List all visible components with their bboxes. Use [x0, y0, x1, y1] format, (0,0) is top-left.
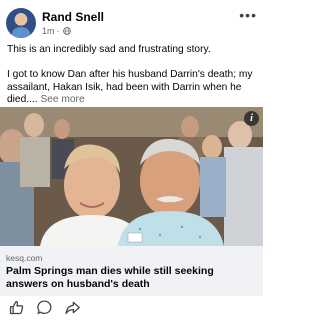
- comment-icon[interactable]: [36, 299, 53, 316]
- like-icon[interactable]: [8, 299, 25, 316]
- post-actions: [0, 298, 263, 318]
- author-name[interactable]: Rand Snell: [42, 10, 104, 24]
- post-header: Rand Snell 1m · •••: [6, 8, 257, 38]
- post-text-line1: This is an incredibly sad and frustratin…: [7, 44, 211, 55]
- link-caption[interactable]: kesq.com Palm Springs man dies while sti…: [0, 246, 263, 296]
- share-icon[interactable]: [64, 299, 81, 316]
- meta-separator: ·: [56, 26, 60, 36]
- avatar[interactable]: [6, 8, 36, 38]
- post-text-paragraph: I got to know Dan after his husband Darr…: [7, 69, 257, 107]
- link-title[interactable]: Palm Springs man dies while still seekin…: [6, 265, 256, 291]
- photo-scene: [0, 107, 263, 246]
- post-meta: 1m ·: [42, 26, 71, 36]
- globe-icon: [62, 27, 71, 35]
- link-domain: kesq.com: [6, 253, 43, 263]
- post-text: This is an incredibly sad and frustratin…: [7, 44, 257, 107]
- see-more-link[interactable]: See more: [40, 94, 84, 105]
- link-preview-image[interactable]: i: [0, 107, 263, 246]
- info-icon[interactable]: i: [244, 111, 259, 126]
- more-options-icon[interactable]: •••: [239, 8, 257, 22]
- post-time[interactable]: 1m: [42, 26, 55, 36]
